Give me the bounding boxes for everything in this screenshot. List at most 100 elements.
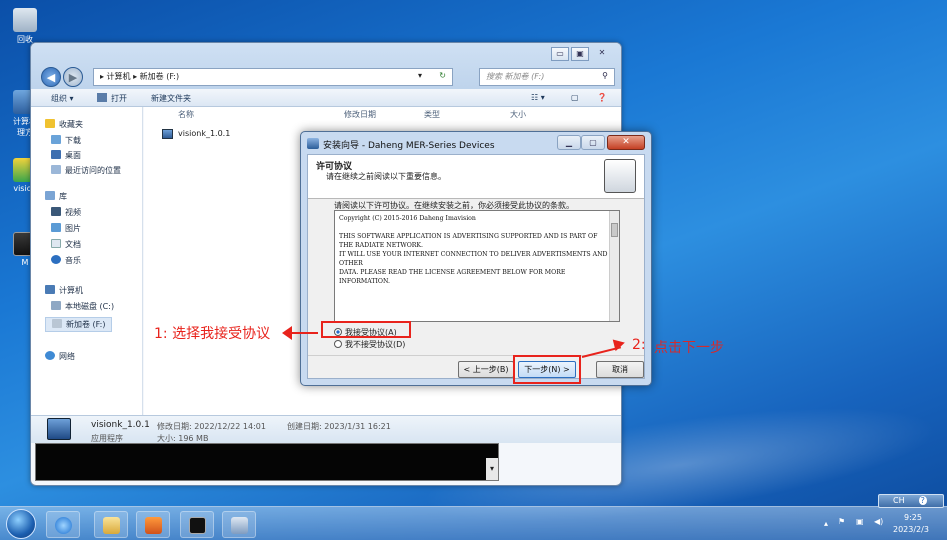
tray-network-icon[interactable]: ▣ [856,517,864,526]
minimize-button[interactable]: ▭ [551,47,569,61]
help-icon[interactable]: ❓ [597,93,607,102]
nav-desktop[interactable]: 桌面 [51,150,81,161]
tray-arrow-icon[interactable]: ▴ [824,519,828,528]
help-icon[interactable]: ? [918,496,927,505]
nav-pictures[interactable]: 图片 [51,223,81,234]
organize-button[interactable]: 组织 ▾ [51,93,74,104]
annotation-step2-text: 点击下一步 [654,340,724,356]
start-button[interactable] [6,509,36,539]
dialog-maximize-button[interactable]: ▢ [581,135,605,150]
nav-local-disk[interactable]: 本地磁盘 (C:) [51,301,114,312]
view-icon[interactable]: ☷ ▾ [531,93,545,102]
nav-favorites[interactable]: 收藏夹 [45,119,83,130]
nav-label: 文档 [65,240,81,249]
license-line [339,223,615,232]
annotation-step1: 1: 选择我接受协议 [154,326,271,342]
column-modified[interactable]: 修改日期 [344,109,376,120]
back-icon[interactable]: ◀ [41,67,61,87]
console-icon [189,517,206,534]
open-button[interactable]: 打开 [111,93,127,104]
forward-icon[interactable]: ▶ [63,67,83,87]
license-line: Copyright (C) 2015-2016 Daheng Imavision [339,215,476,222]
file-row[interactable]: visionk_1.0.1 [162,127,302,141]
license-scrollbar[interactable] [609,211,619,321]
music-icon [51,255,61,264]
column-name[interactable]: 名称 [178,109,194,120]
nav-label: 库 [59,192,67,201]
annotation-arrow-left [290,332,318,334]
search-placeholder: 搜索 新加卷 (F:) [486,72,545,81]
picture-icon [51,223,61,232]
setup-icon [307,138,319,149]
video-icon [51,207,61,216]
taskbar-media[interactable] [136,511,170,538]
detail-created: 创建日期: 2023/1/31 16:21 [287,422,391,431]
installer-logo-icon [604,159,636,193]
dialog-body: 许可协议 请在继续之前阅读以下重要信息。 请阅读以下许可协议。在继续安装之前，你… [307,154,645,379]
refresh-icon[interactable]: ↻ [439,71,446,80]
nav-libraries[interactable]: 库 [45,191,67,202]
network-icon [45,351,55,360]
search-input[interactable]: 搜索 新加卷 (F:) ⚲ [479,68,615,86]
license-line: INFORMATION. [339,278,390,285]
nav-label: 最近访问的位置 [65,166,121,175]
nav-new-volume[interactable]: 新加卷 (F:) [45,317,113,332]
taskbar-ie[interactable] [46,511,80,538]
nav-downloads[interactable]: 下载 [51,135,81,146]
tray-flag-icon[interactable]: ⚑ [838,517,845,526]
details-pane: visionk_1.0.1 修改日期: 2022/12/22 14:01 创建日… [31,415,621,443]
close-button[interactable]: ✕ [593,47,611,61]
dialog-title: 安装向导 - Daheng MER-Series Devices [323,141,495,151]
clock-time[interactable]: 9:25 [904,513,922,522]
desktop-icon-recycle[interactable]: 回收 [8,8,42,45]
dialog-minimize-button[interactable]: ▁ [557,135,581,150]
header-subtitle: 请在继续之前阅读以下重要信息。 [326,172,446,181]
maximize-button[interactable]: ▣ [571,47,589,61]
taskbar-console[interactable] [180,511,214,538]
license-text-box[interactable]: Copyright (C) 2015-2016 Daheng Imavision… [334,210,620,322]
column-size[interactable]: 大小 [510,109,526,120]
folder-icon [103,517,120,534]
taskbar: ▴ ⚑ ▣ ◀) 9:25 2023/2/3 [0,506,947,540]
dialog-header: 许可协议 请在继续之前阅读以下重要信息。 [308,155,644,199]
media-icon [145,517,162,534]
explorer-toolbar: 组织 ▾ 打开 新建文件夹 ☷ ▾ ▢ ❓ [31,89,621,107]
nav-label: 计算机 [59,286,83,295]
dialog-close-button[interactable]: ✕ [607,135,645,150]
arrowhead-icon [282,326,292,340]
address-text: ▸ 计算机 ▸ 新加卷 (F:) [100,72,180,81]
clock-date[interactable]: 2023/2/3 [893,525,929,534]
highlight-accept [321,321,411,338]
dropdown-icon[interactable]: ▾ [418,71,422,80]
drive-icon [52,319,62,328]
ie-icon [55,517,72,534]
nav-label: 收藏夹 [59,120,83,129]
new-folder-button[interactable]: 新建文件夹 [151,93,191,104]
preview-pane-icon[interactable]: ▢ [571,93,579,102]
nav-videos[interactable]: 视频 [51,207,81,218]
back-button[interactable]: < 上一步(B) [458,361,514,378]
taskbar-installer[interactable] [222,511,256,538]
desktop-icon [51,150,61,159]
language-bar[interactable]: CH? [878,494,944,508]
star-icon [45,119,55,128]
tray-volume-icon[interactable]: ◀) [874,517,883,526]
search-icon: ⚲ [602,71,608,80]
nav-recent[interactable]: 最近访问的位置 [51,165,121,176]
column-type[interactable]: 类型 [424,109,440,120]
nav-music[interactable]: 音乐 [51,255,81,266]
nav-documents[interactable]: 文档 [51,239,81,250]
recent-icon [51,165,61,174]
language-label: CH [893,496,905,505]
address-bar[interactable]: ▸ 计算机 ▸ 新加卷 (F:) ▾ ↻ [93,68,453,86]
decline-radio[interactable]: 我不接受协议(D) [334,339,405,350]
console-window[interactable]: ▾ [35,443,499,481]
scroll-down-icon[interactable]: ▾ [486,458,498,480]
highlight-next [513,355,581,384]
cancel-button[interactable]: 取消 [596,361,644,378]
nav-computer[interactable]: 计算机 [45,285,83,296]
nav-network[interactable]: 网络 [45,351,75,362]
navigation-pane: 收藏夹 下载 桌面 最近访问的位置 库 视频 图片 文档 音乐 计算机 本地磁盘… [31,107,143,415]
scroll-thumb[interactable] [611,223,618,237]
taskbar-explorer[interactable] [94,511,128,538]
